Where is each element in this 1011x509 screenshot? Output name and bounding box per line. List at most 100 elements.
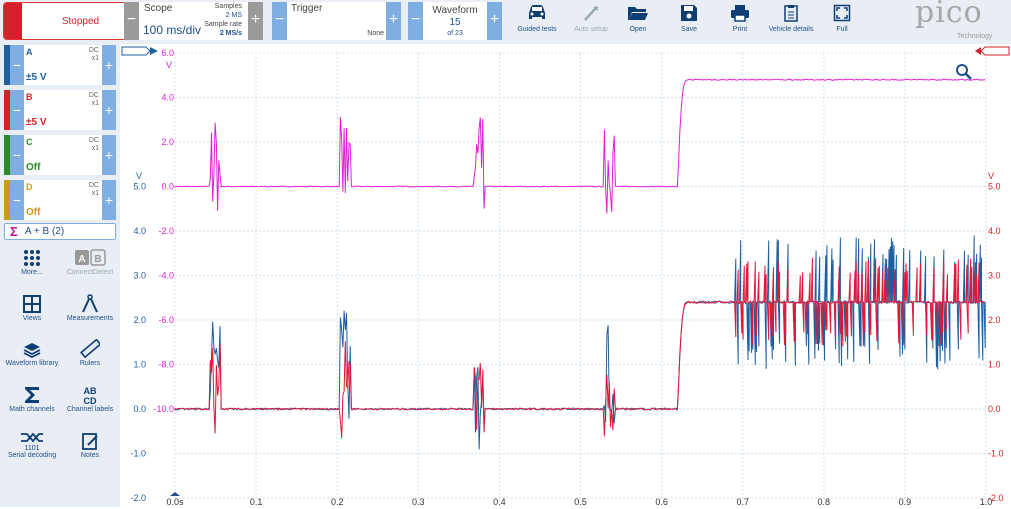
waveform-next-button[interactable]: +: [487, 2, 502, 40]
scope-display[interactable]: 0.0s 0.1 0.2 0.3 0.4 0.5 0.6 0.7 0.8 0.9 1.0 6.0 4.0…: [120, 44, 1011, 507]
y-tick-label-math: -2.0: [158, 226, 174, 236]
y-tick-label-right: 2.0: [988, 315, 1001, 325]
serial-decoding-button[interactable]: 1101 Serial decoding: [4, 431, 60, 475]
waveform-title: Waveform: [432, 5, 478, 16]
channel-b-coupling[interactable]: DC x1: [89, 92, 99, 108]
svg-text:AB: AB: [84, 386, 97, 396]
vehicle-details-label: Vehicle details: [768, 26, 814, 33]
waveform-library-button[interactable]: Waveform library: [4, 339, 60, 383]
guided-tests-button[interactable]: Guided tests: [509, 2, 565, 42]
channel-labels-button[interactable]: AB CD Channel labels: [62, 385, 118, 429]
channel-d-range-increase[interactable]: +: [102, 180, 116, 220]
guided-tests-label: Guided tests: [517, 26, 557, 33]
notes-button[interactable]: Notes: [62, 431, 118, 475]
math-channels-button[interactable]: Math channels: [4, 385, 60, 429]
save-button[interactable]: Save: [661, 2, 717, 42]
channel-c-range-increase[interactable]: +: [102, 135, 116, 175]
abcd-icon: ABCD: [84, 386, 97, 405]
views-button[interactable]: Views: [4, 294, 60, 338]
channel-b-range-decrease[interactable]: −: [10, 90, 24, 130]
y-tick-label-ab: -2.0: [130, 493, 146, 503]
y-unit-left: V: [136, 171, 142, 181]
trigger-next-button[interactable]: +: [386, 2, 401, 40]
right-arrow-marker: [975, 47, 981, 55]
measurements-button[interactable]: Measurements: [62, 294, 118, 338]
x-tick-label: 0.2: [331, 497, 344, 507]
y-tick-label-right: 3.0: [988, 271, 1001, 281]
zoom-icon: [956, 64, 972, 80]
y-tick-label-ab: -1.0: [130, 449, 146, 459]
channel-labels-label: Channel labels: [66, 406, 114, 413]
svg-text:CD: CD: [84, 396, 97, 405]
connect-detect-button[interactable]: AB ConnectDetect: [62, 248, 118, 292]
notes-label: Notes: [80, 452, 100, 459]
print-label: Print: [732, 26, 748, 33]
car-icon: [529, 5, 545, 19]
scope-chart[interactable]: 0.0s 0.1 0.2 0.3 0.4 0.5 0.6 0.7 0.8 0.9 1.0 6.0 4.0…: [120, 44, 1011, 507]
rulers-label: Rulers: [79, 360, 101, 367]
y-tick-label-math: 0.0: [161, 182, 174, 192]
channel-a-range-increase[interactable]: +: [102, 45, 116, 85]
channel-d-range-decrease[interactable]: −: [10, 180, 24, 220]
waveform-library-label: Waveform library: [5, 360, 59, 367]
math-channel-button[interactable]: Σ A + B (2): [4, 223, 116, 240]
channel-a-range-decrease[interactable]: −: [10, 45, 24, 85]
math-channels-label: Math channels: [9, 406, 55, 413]
channel-c-range-decrease[interactable]: −: [10, 135, 24, 175]
more-button[interactable]: More...: [4, 248, 60, 292]
channel-a-range[interactable]: ±5 V: [26, 72, 47, 83]
top-toolbar: Stopped − Scope 100 ms/div Samples 2 MS …: [0, 0, 1011, 44]
waveform-prev-button[interactable]: −: [408, 2, 423, 40]
y-tick-label-math: -4.0: [158, 271, 174, 281]
waveform-group: − Waveform 15 of 23 +: [408, 2, 502, 40]
samples-label: Samples: [214, 3, 242, 10]
x-tick-label: 0.7: [736, 497, 749, 507]
channel-c-range[interactable]: Off: [26, 162, 40, 173]
zoom-handle: [965, 73, 972, 80]
folder-icon: [628, 7, 648, 20]
library-icon: [23, 343, 41, 359]
waveform-current[interactable]: 15: [423, 17, 487, 28]
x-tick-label: 0.3: [412, 497, 425, 507]
grid-dots-icon: [24, 250, 40, 266]
channel-d-box[interactable]: − D DC x1 Off +: [4, 180, 116, 220]
y-tick-label-math: -8.0: [158, 360, 174, 370]
channel-d-coupling[interactable]: DC x1: [89, 182, 99, 198]
timebase-increase-button[interactable]: +: [248, 2, 263, 40]
channel-b-range-increase[interactable]: +: [102, 90, 116, 130]
channel-d-range[interactable]: Off: [26, 207, 40, 218]
clipboard-icon: [784, 5, 798, 22]
run-stop-button[interactable]: Stopped: [3, 2, 128, 40]
samples-value[interactable]: 2 MS: [202, 12, 242, 19]
y-tick-label-math: 4.0: [161, 93, 174, 103]
pico-logo: pico Technology: [912, 0, 1007, 41]
y-tick-label-right: -2.0: [988, 493, 1004, 503]
full-button[interactable]: Full: [814, 2, 870, 42]
rulers-button[interactable]: Rulers: [62, 339, 118, 383]
print-button[interactable]: Print: [712, 2, 768, 42]
y-tick-label-right: 5.0: [988, 182, 1001, 192]
vehicle-details-button[interactable]: Vehicle details: [763, 2, 819, 42]
trigger-prev-button[interactable]: −: [272, 2, 287, 40]
channel-c-name: C: [26, 137, 33, 147]
logo-subtitle: Technology: [957, 33, 993, 40]
x-tick-label: 0.6: [655, 497, 668, 507]
x-tick-label: 0.8: [818, 497, 831, 507]
channel-c-box[interactable]: − C DC x1 Off +: [4, 135, 116, 175]
trigger-mode[interactable]: None: [347, 30, 384, 37]
scope-group: − Scope 100 ms/div Samples 2 MS Sample r…: [124, 2, 263, 40]
timebase-value[interactable]: 100 ms/div: [143, 23, 201, 37]
svg-text:A: A: [78, 254, 85, 265]
sample-rate-value[interactable]: 2 MS/s: [202, 30, 242, 37]
channel-b-range[interactable]: ±5 V: [26, 117, 47, 128]
channel-a-box[interactable]: − A DC x1 ±5 V +: [4, 45, 116, 85]
y-unit-math: V: [166, 60, 172, 70]
y-tick-label-math: 6.0: [161, 48, 174, 58]
channel-a-coupling[interactable]: DC x1: [89, 47, 99, 63]
channel-b-box[interactable]: − B DC x1 ±5 V +: [4, 90, 116, 130]
run-state-label: Stopped: [61, 16, 100, 27]
channel-c-coupling[interactable]: DC x1: [89, 137, 99, 153]
open-button[interactable]: Open: [610, 2, 666, 42]
save-icon: [681, 5, 697, 21]
timebase-decrease-button[interactable]: −: [124, 2, 139, 40]
